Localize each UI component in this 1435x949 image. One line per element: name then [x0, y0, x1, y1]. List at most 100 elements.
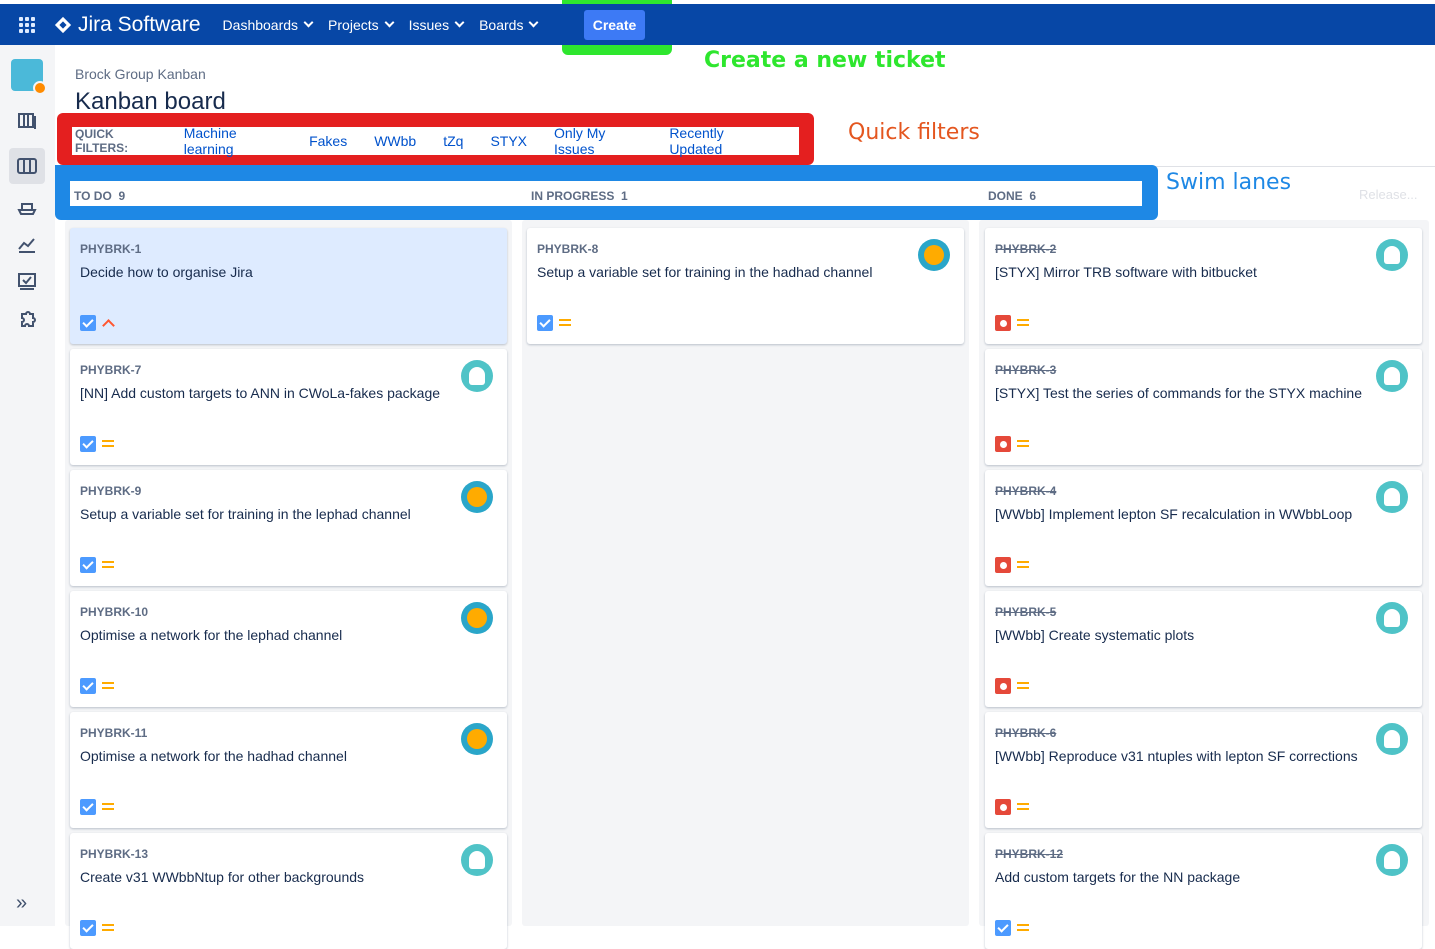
column-name: TO DO: [74, 189, 112, 203]
annotation-swim-lanes: Swim lanes: [1166, 170, 1292, 195]
quick-filter-only-my-issues[interactable]: Only My Issues: [554, 125, 642, 157]
issue-summary: [STYX] Test the series of commands for t…: [995, 385, 1363, 401]
breadcrumb[interactable]: Brock Group Kanban: [75, 66, 206, 82]
chevron-down-icon: [303, 17, 314, 28]
assignee-avatar[interactable]: [461, 360, 493, 392]
bug-type-icon: [995, 436, 1011, 452]
assignee-avatar[interactable]: [1376, 481, 1408, 513]
assignee-avatar[interactable]: [1376, 844, 1408, 876]
issue-key[interactable]: PHYBRK-8: [537, 242, 598, 256]
issue-key[interactable]: PHYBRK-6: [995, 726, 1056, 740]
issue-card[interactable]: PHYBRK-2 [STYX] Mirror TRB software with …: [985, 228, 1422, 344]
quick-filter-recently-updated[interactable]: Recently Updated: [669, 125, 772, 157]
issue-card[interactable]: PHYBRK-12 Add custom targets for the NN p…: [985, 833, 1422, 949]
releases-ship-icon[interactable]: [14, 194, 40, 220]
issue-card[interactable]: PHYBRK-3 [STYX] Test the series of comman…: [985, 349, 1422, 465]
issue-card[interactable]: PHYBRK-8 Setup a variable set for trainin…: [527, 228, 964, 344]
assignee-avatar[interactable]: [1376, 723, 1408, 755]
issue-summary: Optimise a network for the lephad channe…: [80, 627, 343, 643]
column-header-inprogress: IN PROGRESS 1: [531, 189, 628, 203]
issue-key[interactable]: PHYBRK-13: [80, 847, 148, 861]
jira-diamond-icon: [54, 16, 72, 33]
page-title: Kanban board: [75, 88, 226, 115]
bug-type-icon: [995, 557, 1011, 573]
quick-filters-bar: QUICK FILTERS: Machine learning Fakes WW…: [72, 125, 799, 157]
task-type-icon: [80, 799, 96, 815]
issue-card[interactable]: PHYBRK-9 Setup a variable set for trainin…: [70, 470, 507, 586]
jira-logo[interactable]: Jira Software: [54, 13, 201, 37]
quick-filter-fakes[interactable]: Fakes: [309, 133, 347, 149]
nav-dashboards-label: Dashboards: [222, 16, 299, 33]
nav-boards-label: Boards: [479, 16, 524, 33]
quick-filter-tzq[interactable]: tZq: [443, 133, 463, 149]
nav-issues[interactable]: Issues: [409, 17, 465, 33]
issue-summary: Create v31 WWbbNtup for other background…: [80, 869, 365, 885]
issue-card[interactable]: PHYBRK-4 [WWbb] Implement lepton SF recal…: [985, 470, 1422, 586]
priority-medium-icon: [1017, 802, 1029, 812]
assignee-avatar[interactable]: [1376, 602, 1408, 634]
board-icon[interactable]: [14, 153, 40, 179]
issue-summary: Setup a variable set for training in the…: [537, 264, 873, 280]
issue-key[interactable]: PHYBRK-11: [80, 726, 147, 740]
issue-card[interactable]: PHYBRK-7 [NN] Add custom targets to ANN i…: [70, 349, 507, 465]
assignee-avatar[interactable]: [918, 239, 950, 271]
issue-key[interactable]: PHYBRK-12: [995, 847, 1063, 861]
quick-filter-machine-learning[interactable]: Machine learning: [184, 125, 282, 157]
issue-card[interactable]: PHYBRK-11 Optimise a network for the hadh…: [70, 712, 507, 828]
reports-chart-icon[interactable]: [14, 231, 40, 257]
issue-key[interactable]: PHYBRK-9: [80, 484, 141, 498]
priority-medium-icon: [559, 318, 571, 328]
issue-summary: [WWbb] Reproduce v31 ntuples with lepton…: [995, 748, 1358, 764]
issue-key[interactable]: PHYBRK-10: [80, 605, 148, 619]
column-header-done: DONE 6: [988, 189, 1036, 203]
brand-name: Jira Software: [78, 12, 201, 36]
nav-projects[interactable]: Projects: [328, 16, 395, 33]
issue-key[interactable]: PHYBRK-1: [80, 242, 141, 256]
expand-sidebar-icon[interactable]: »: [16, 892, 27, 915]
issue-key[interactable]: PHYBRK-5: [995, 605, 1056, 619]
priority-medium-icon: [1017, 681, 1029, 691]
create-button[interactable]: Create: [584, 10, 645, 40]
nav-dashboards[interactable]: Dashboards: [222, 16, 314, 33]
nav-projects-label: Projects: [328, 16, 379, 33]
chevron-down-icon: [454, 17, 465, 28]
assignee-avatar[interactable]: [461, 602, 493, 634]
nav-boards[interactable]: Boards: [479, 16, 539, 33]
quick-filter-wwbb[interactable]: WWbb: [374, 133, 416, 149]
issue-summary: [NN] Add custom targets to ANN in CWoLa-…: [80, 385, 441, 401]
annotation-quick-filters: Quick filters: [848, 120, 980, 145]
priority-medium-icon: [1017, 923, 1029, 933]
add-ons-puzzle-icon[interactable]: [14, 307, 40, 333]
release-button[interactable]: Release...: [1359, 187, 1418, 202]
assignee-avatar[interactable]: [461, 723, 493, 755]
task-type-icon: [80, 920, 96, 936]
issue-key[interactable]: PHYBRK-7: [80, 363, 141, 377]
task-type-icon: [80, 436, 96, 452]
quick-filters-label: QUICK FILTERS:: [75, 127, 129, 155]
assignee-avatar[interactable]: [1376, 239, 1408, 271]
quick-filter-styx[interactable]: STYX: [490, 133, 527, 149]
bug-type-icon: [995, 799, 1011, 815]
task-type-icon: [995, 920, 1011, 936]
issue-card[interactable]: PHYBRK-6 [WWbb] Reproduce v31 ntuples wit…: [985, 712, 1422, 828]
issue-key[interactable]: PHYBRK-2: [995, 242, 1056, 256]
priority-medium-icon: [102, 681, 114, 691]
assignee-avatar[interactable]: [1376, 360, 1408, 392]
issue-summary: Decide how to organise Jira: [80, 264, 253, 280]
roadmap-icon[interactable]: [14, 108, 40, 134]
app-switcher-icon[interactable]: [0, 4, 54, 45]
project-avatar[interactable]: [11, 59, 47, 95]
issue-card[interactable]: PHYBRK-13 Create v31 WWbbNtup for other b…: [70, 833, 507, 949]
assignee-avatar[interactable]: [461, 844, 493, 876]
issue-summary: Setup a variable set for training in the…: [80, 506, 411, 522]
assignee-avatar[interactable]: [461, 481, 493, 513]
issue-card[interactable]: PHYBRK-1 Decide how to organise Jira: [70, 228, 507, 344]
issues-list-icon[interactable]: [14, 269, 40, 295]
issue-key[interactable]: PHYBRK-4: [995, 484, 1056, 498]
issue-card[interactable]: PHYBRK-5 [WWbb] Create systematic plots: [985, 591, 1422, 707]
annotation-create: Create a new ticket: [704, 48, 946, 73]
issue-summary: [WWbb] Create systematic plots: [995, 627, 1195, 643]
issue-key[interactable]: PHYBRK-3: [995, 363, 1056, 377]
issue-card[interactable]: PHYBRK-10 Optimise a network for the leph…: [70, 591, 507, 707]
priority-high-icon: [102, 318, 114, 328]
